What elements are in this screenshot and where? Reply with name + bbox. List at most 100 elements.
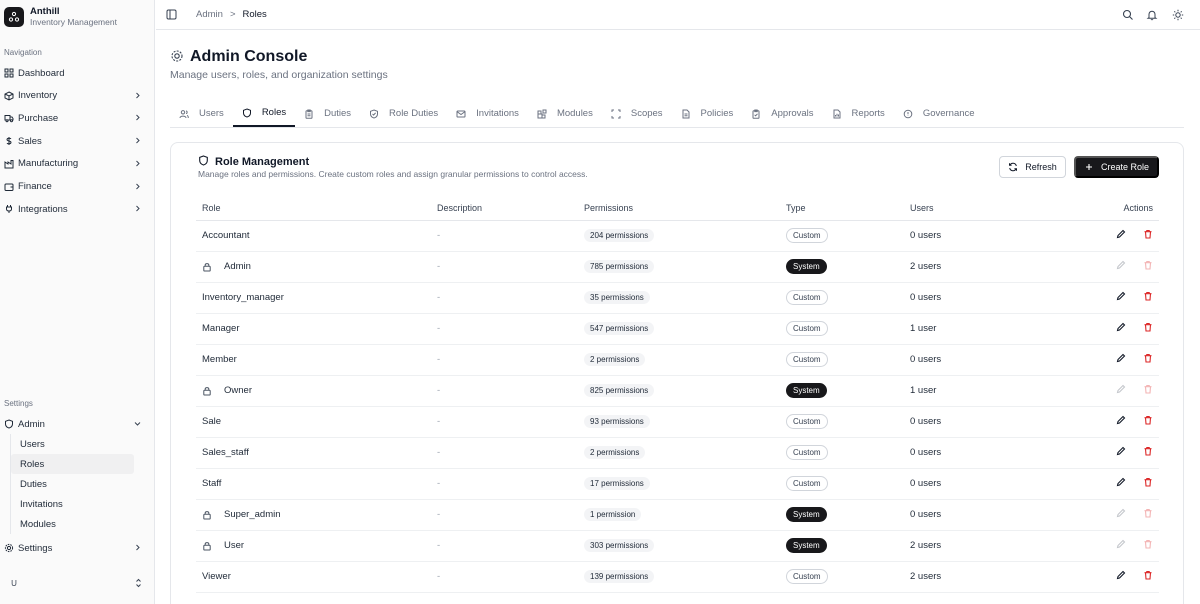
create-role-button[interactable]: Create Role — [1074, 156, 1159, 178]
role-description: - — [437, 478, 441, 489]
nav-section-label: Navigation — [4, 48, 42, 57]
tab-governance[interactable]: Governance — [894, 100, 984, 127]
plus-icon — [1085, 164, 1092, 170]
search-icon[interactable] — [1122, 9, 1134, 21]
actions-cell — [1034, 530, 1159, 562]
users-cell: 0 users — [904, 282, 1034, 314]
edit-icon[interactable] — [1116, 229, 1126, 239]
truck-icon — [4, 113, 14, 123]
sidebar-subitem-duties[interactable]: Duties — [11, 474, 134, 494]
users-cell: 1 user — [904, 313, 1034, 345]
sidebar-subitem-modules[interactable]: Modules — [11, 514, 134, 534]
sidebar-item-label: Settings — [18, 542, 53, 554]
clipboard-icon — [304, 109, 319, 119]
page-header: Admin Console — [170, 48, 307, 66]
trash-icon[interactable] — [1143, 353, 1153, 363]
table-row: Sales_staff - 2 permissions Custom 0 users — [196, 437, 1159, 469]
role-name: Staff — [202, 478, 222, 489]
permissions-cell: 303 permissions — [578, 530, 780, 562]
tab-roles[interactable]: Roles — [232, 100, 296, 127]
actions-cell — [1034, 437, 1159, 469]
role-description: - — [437, 571, 441, 582]
permissions-cell: 2 permissions — [578, 344, 780, 376]
edit-icon[interactable] — [1116, 570, 1126, 580]
brand[interactable]: Anthill Inventory Management — [4, 6, 117, 28]
trash-icon — [1143, 539, 1153, 549]
tab-users[interactable]: Users — [170, 100, 233, 127]
bell-icon[interactable] — [1146, 9, 1158, 21]
type-cell: Custom — [780, 437, 904, 469]
table-header-row: Role Description Permissions Type Users … — [196, 196, 1159, 221]
card-description: Manage roles and permissions. Create cus… — [198, 169, 588, 179]
sidebar-subitem-roles[interactable]: Roles — [11, 454, 134, 474]
role-name: Manager — [202, 323, 240, 334]
role-name: Sales_staff — [202, 447, 249, 458]
shield-check-icon — [369, 108, 384, 119]
sidebar-item-inventory[interactable]: Inventory — [4, 87, 146, 105]
sidebar-item-label: Sales — [18, 135, 42, 147]
edit-icon[interactable] — [1116, 291, 1126, 301]
sidebar-subitem-users[interactable]: Users — [11, 434, 134, 454]
sidebar-item-admin[interactable]: Admin — [4, 415, 146, 433]
tab-scopes[interactable]: Scopes — [602, 100, 672, 127]
role-cell: Member — [196, 344, 431, 376]
chevrons-up-down-icon — [134, 578, 143, 591]
tab-approvals[interactable]: Approvals — [742, 100, 822, 127]
sidebar-item-label: Manufacturing — [18, 158, 79, 170]
lock-icon — [202, 262, 218, 272]
users-icon — [179, 109, 194, 119]
sidebar-item-label: Integrations — [18, 203, 68, 215]
edit-icon[interactable] — [1116, 322, 1126, 332]
trash-icon[interactable] — [1143, 477, 1153, 487]
wallet-icon — [4, 182, 14, 192]
sidebar-item-finance[interactable]: Finance — [4, 178, 146, 196]
edit-icon[interactable] — [1116, 353, 1126, 363]
sidebar-item-dashboard[interactable]: Dashboard — [4, 64, 146, 82]
sidebar-item-settings[interactable]: Settings — [4, 539, 146, 557]
edit-icon[interactable] — [1116, 477, 1126, 487]
type-badge: Custom — [786, 476, 828, 491]
edit-icon[interactable] — [1116, 446, 1126, 456]
trash-icon[interactable] — [1143, 291, 1153, 301]
trash-icon[interactable] — [1143, 229, 1153, 239]
tab-label: Governance — [922, 108, 975, 119]
trash-icon[interactable] — [1143, 446, 1153, 456]
user-menu[interactable]: U — [4, 572, 149, 594]
tab-label: Role Duties — [389, 108, 439, 119]
type-badge: System — [786, 383, 827, 398]
edit-icon[interactable] — [1116, 415, 1126, 425]
sidebar-item-integrations[interactable]: Integrations — [4, 200, 146, 218]
actions-cell — [1034, 282, 1159, 314]
sidebar-item-sales[interactable]: Sales — [4, 132, 146, 150]
refresh-button[interactable]: Refresh — [999, 156, 1066, 178]
tab-reports[interactable]: Reports — [823, 100, 894, 127]
actions-cell — [1034, 375, 1159, 407]
role-description: - — [437, 323, 441, 334]
type-cell: System — [780, 530, 904, 562]
sidebar-item-manufacturing[interactable]: Manufacturing — [4, 155, 146, 173]
role-name: Admin — [224, 261, 251, 272]
sun-icon[interactable] — [1172, 9, 1184, 21]
badge-icon — [903, 109, 918, 119]
roles-table: Role Description Permissions Type Users … — [196, 196, 1159, 593]
sidebar-subitem-invitations[interactable]: Invitations — [11, 494, 134, 514]
role-cell: Super_admin — [196, 499, 431, 531]
description-cell: - — [431, 251, 578, 283]
permissions-badge: 93 permissions — [584, 415, 650, 428]
description-cell: - — [431, 375, 578, 407]
tab-role-duties[interactable]: Role Duties — [360, 100, 447, 127]
sidebar-item-label: Purchase — [18, 112, 59, 124]
tab-modules[interactable]: Modules — [528, 100, 602, 127]
trash-icon[interactable] — [1143, 570, 1153, 580]
breadcrumb-admin[interactable]: Admin — [196, 9, 223, 20]
trash-icon[interactable] — [1143, 415, 1153, 425]
tab-invitations[interactable]: Invitations — [447, 100, 528, 127]
tab-policies[interactable]: Policies — [672, 100, 743, 127]
permissions-cell: 825 permissions — [578, 375, 780, 407]
table-row: User - 303 permissions System 2 users — [196, 530, 1159, 562]
sidebar-item-purchase[interactable]: Purchase — [4, 109, 146, 127]
sidebar-toggle-icon[interactable] — [166, 9, 177, 23]
type-cell: Custom — [780, 313, 904, 345]
trash-icon[interactable] — [1143, 322, 1153, 332]
tab-duties[interactable]: Duties — [295, 100, 360, 127]
